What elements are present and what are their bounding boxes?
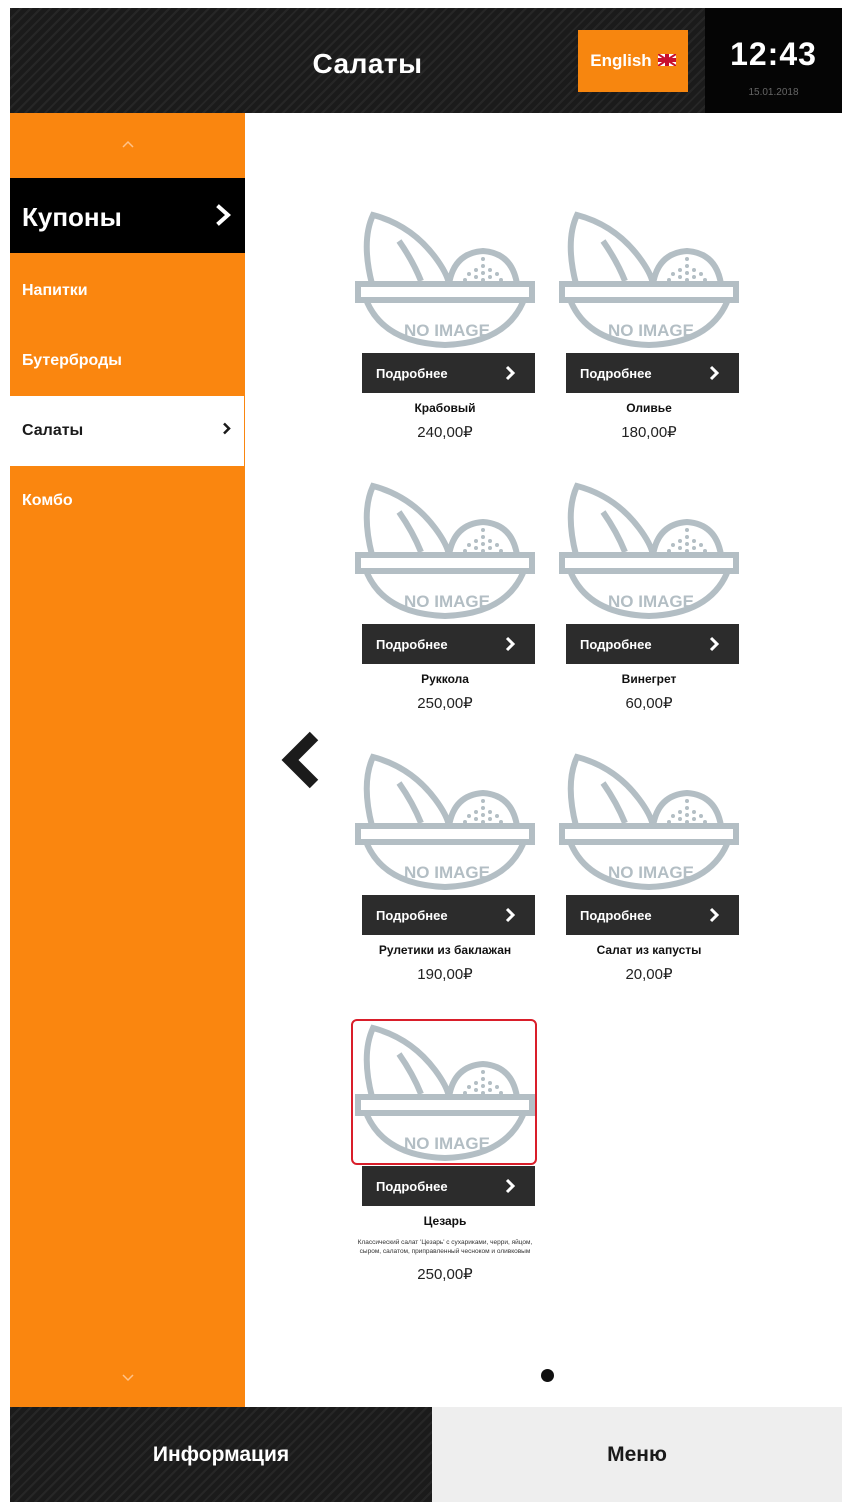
chevron-right-icon — [216, 204, 232, 231]
product-price: 250,00₽ — [417, 695, 473, 712]
chevron-right-icon — [504, 1177, 516, 1200]
details-button-label: Подробнее — [376, 637, 448, 652]
product-name: Оливье — [626, 401, 672, 415]
product-name: Винегрет — [621, 672, 677, 686]
chevron-right-icon — [708, 635, 720, 658]
info-button[interactable]: Информация — [10, 1407, 432, 1502]
product-image-placeholder[interactable]: NO IMAGE — [355, 480, 535, 620]
sidebar-item-coupons[interactable]: Купоны — [10, 178, 245, 253]
sidebar-item-drinks[interactable]: Напитки — [10, 256, 245, 326]
description-line: Классический салат 'Цезарь' с сухариками… — [357, 1239, 533, 1246]
product-description: Классический салат 'Цезарь' с сухариками… — [335, 1238, 555, 1256]
sidebar-item-salads[interactable]: Салаты — [10, 396, 244, 466]
chevron-right-icon — [504, 635, 516, 658]
product-name: Крабовый — [414, 401, 476, 415]
previous-page-button[interactable] — [278, 730, 322, 790]
details-button-label: Подробнее — [376, 908, 448, 923]
chevron-down-icon — [121, 1374, 134, 1382]
menu-button-label: Меню — [607, 1442, 667, 1466]
no-image-text: NO IMAGE — [404, 321, 490, 340]
details-button-label: Подробнее — [580, 908, 652, 923]
product-price: 240,00₽ — [417, 424, 473, 441]
no-image-text: NO IMAGE — [608, 321, 694, 340]
product-image-placeholder[interactable]: NO IMAGE — [559, 209, 739, 349]
language-button[interactable]: English — [578, 30, 688, 92]
details-button[interactable]: Подробнее — [362, 1166, 535, 1206]
clock-time: 12:43 — [730, 36, 817, 72]
scroll-down-button[interactable] — [10, 1363, 245, 1393]
product-price: 60,00₽ — [625, 695, 673, 712]
sidebar-item-label: Напитки — [22, 282, 88, 299]
details-button[interactable]: Подробнее — [362, 624, 535, 664]
chevron-right-icon — [504, 364, 516, 387]
info-button-label: Информация — [152, 1442, 290, 1466]
product-name: Салат из капусты — [596, 943, 702, 957]
product-price: 180,00₽ — [621, 424, 677, 441]
product-price: 20,00₽ — [625, 966, 673, 983]
uk-flag-icon — [657, 51, 677, 71]
chevron-right-icon — [708, 906, 720, 929]
details-button-label: Подробнее — [580, 366, 652, 381]
details-button[interactable]: Подробнее — [362, 353, 535, 393]
sidebar-item-label: Купоны — [22, 202, 122, 232]
details-button-label: Подробнее — [376, 366, 448, 381]
clock-date: 15.01.2018 — [748, 87, 799, 98]
category-sidebar: Купоны Напитки Бутерброды Салаты Комбо — [10, 113, 245, 1407]
chevron-right-icon — [504, 906, 516, 929]
product-name: Рулетики из баклажан — [378, 943, 512, 957]
product-image-placeholder[interactable]: NO IMAGE — [559, 751, 739, 891]
details-button-label: Подробнее — [580, 637, 652, 652]
no-image-text: NO IMAGE — [608, 863, 694, 882]
details-button[interactable]: Подробнее — [566, 895, 739, 935]
product-image-placeholder[interactable]: NO IMAGE — [355, 209, 535, 349]
no-image-text: NO IMAGE — [404, 863, 490, 882]
chevron-right-icon — [222, 422, 232, 441]
sidebar-item-label: Бутерброды — [22, 352, 122, 369]
no-image-text: NO IMAGE — [404, 592, 490, 611]
product-price: 190,00₽ — [417, 966, 473, 983]
header-bar: Салаты English 12:43 15.01.2018 — [10, 8, 842, 113]
sidebar-item-combo[interactable]: Комбо — [10, 466, 245, 536]
product-image-placeholder[interactable]: NO IMAGE — [355, 751, 535, 891]
language-label: English — [590, 51, 652, 70]
product-price: 250,00₽ — [417, 1266, 473, 1283]
no-image-text: NO IMAGE — [404, 1134, 490, 1153]
scroll-up-button[interactable] — [10, 113, 245, 175]
no-image-text: NO IMAGE — [608, 592, 694, 611]
details-button[interactable]: Подробнее — [566, 624, 739, 664]
sidebar-item-label: Комбо — [22, 492, 73, 509]
product-image-placeholder[interactable]: NO IMAGE — [351, 1019, 537, 1165]
clock-panel: 12:43 15.01.2018 — [705, 8, 842, 113]
details-button-label: Подробнее — [376, 1179, 448, 1194]
sidebar-item-sandwiches[interactable]: Бутерброды — [10, 326, 245, 396]
product-image-placeholder[interactable]: NO IMAGE — [559, 480, 739, 620]
product-name: Руккола — [421, 672, 469, 686]
chevron-right-icon — [708, 364, 720, 387]
chevron-left-icon — [281, 731, 319, 789]
menu-button[interactable]: Меню — [432, 1407, 842, 1502]
product-name: Цезарь — [423, 1214, 467, 1228]
sidebar-item-label: Салаты — [22, 422, 84, 439]
details-button[interactable]: Подробнее — [566, 353, 739, 393]
pagination-dot-active[interactable] — [541, 1369, 554, 1382]
chevron-up-icon — [121, 140, 134, 148]
description-line: сыром, салатом, приправленный чесноком и… — [359, 1248, 531, 1255]
details-button[interactable]: Подробнее — [362, 895, 535, 935]
